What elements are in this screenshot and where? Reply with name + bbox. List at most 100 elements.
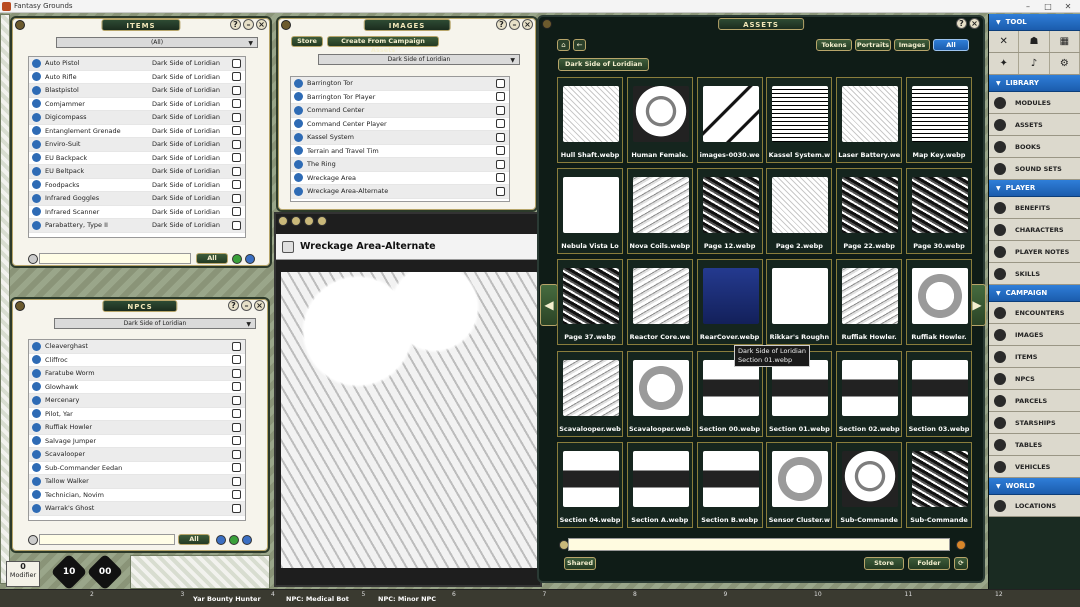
link-icon[interactable] [294,186,303,196]
asset-tile[interactable]: Section 03.webp [906,350,972,437]
close-button[interactable]: × [522,19,533,30]
asset-tile[interactable]: Section 02.webp [836,350,903,437]
link-icon[interactable] [32,395,41,405]
maximize-window-button[interactable]: □ [1038,0,1058,13]
list-item[interactable]: Auto Rifle Dark Side of Loridian [29,71,245,84]
sidebar-item-skills[interactable]: SKILLS [989,263,1080,285]
shared-button[interactable]: Shared [564,557,596,570]
list-item[interactable]: Cleaverghast [29,340,245,354]
asset-tile[interactable]: Ruffiak Howler. [836,259,903,346]
item-checkbox[interactable] [232,85,241,95]
item-checkbox[interactable] [232,180,241,190]
item-checkbox[interactable] [232,112,241,122]
link-icon[interactable] [32,139,41,149]
list-item[interactable]: Tallow Walker [29,475,245,489]
asset-tile[interactable]: Section 04.webp [557,441,623,528]
minimize-button[interactable]: – [509,19,520,30]
link-icon[interactable] [32,58,41,68]
list-item[interactable]: Wreckage Area-Alternate [291,185,509,199]
sidebar-section-tool[interactable]: ▼ TOOL [989,14,1080,31]
list-item[interactable]: Digicompass Dark Side of Loridian [29,111,245,125]
link-icon[interactable] [32,503,41,513]
sidebar-item-modules[interactable]: MODULES [989,92,1080,114]
window-share-icon[interactable] [291,216,301,226]
sidebar-section-player[interactable]: ▼ PLAYER [989,180,1080,197]
hotkey-number[interactable]: 12 [995,591,1003,598]
tab-images[interactable]: Images [894,39,930,51]
back-arrow-icon[interactable]: ← [573,39,586,51]
item-checkbox[interactable] [232,503,241,513]
link-icon[interactable] [32,126,41,136]
help-button[interactable]: ? [956,18,967,29]
all-filter-button[interactable]: All [196,253,228,264]
item-checkbox[interactable] [496,132,505,142]
tool-icon[interactable]: ♪ [1019,53,1050,74]
tool-icon[interactable]: ✕ [989,31,1020,52]
link-icon[interactable] [32,220,41,230]
link-icon[interactable] [294,78,303,88]
link-icon[interactable] [294,92,303,102]
tool-icon[interactable]: ▦ [1050,31,1080,52]
item-checkbox[interactable] [232,193,241,203]
list-item[interactable]: Infrared Scanner Dark Side of Loridian [29,206,245,219]
asset-tile[interactable]: Sub-Commande [836,441,903,528]
minimize-button[interactable]: – [243,19,254,30]
hotkey-number[interactable]: 9 [724,591,728,598]
panel-lock-icon[interactable] [15,301,25,311]
asset-tile[interactable]: Sub-Commande [906,441,972,528]
sidebar-item-tables[interactable]: TABLES [989,434,1080,456]
breadcrumb[interactable]: Dark Side of Loridian [558,58,650,71]
hotkey-number[interactable]: 10 [814,591,822,598]
prev-page-arrow[interactable]: ◀ [540,284,558,326]
assets-search-input[interactable] [568,538,950,551]
asset-tile[interactable]: Sensor Cluster.w [766,441,833,528]
list-item[interactable]: EU Backpack Dark Side of Loridian [29,152,245,165]
share-button[interactable] [216,535,226,545]
token-label[interactable]: NPC: Minor NPC [378,595,436,603]
asset-tile[interactable]: Laser Battery.we [836,77,903,163]
sidebar-item-sound-sets[interactable]: SOUND SETS [989,158,1080,180]
list-item[interactable]: Entanglement Grenade Dark Side of Loridia… [29,125,245,138]
item-checkbox[interactable] [496,186,505,196]
list-item[interactable]: Command Center Player [291,118,509,131]
panel-lock-icon[interactable] [542,19,552,29]
sidebar-item-benefits[interactable]: BENEFITS [989,197,1080,219]
sidebar-item-locations[interactable]: LOCATIONS [989,495,1080,517]
link-icon[interactable] [32,193,41,203]
minimize-button[interactable]: – [241,300,252,311]
item-checkbox[interactable] [496,173,505,183]
asset-tile[interactable]: Page 22.webp [836,168,903,255]
item-checkbox[interactable] [232,395,241,405]
clear-search-button[interactable] [956,540,966,550]
link-icon[interactable] [32,207,41,217]
link-icon[interactable] [32,490,41,500]
link-icon[interactable] [32,153,41,163]
hotkey-number[interactable]: 11 [905,591,913,598]
item-checkbox[interactable] [232,409,241,419]
list-item[interactable]: Salvage Jumper [29,435,245,448]
list-item[interactable]: Sub-Commander Eedan [29,462,245,475]
item-checkbox[interactable] [496,159,505,169]
add-item-button[interactable] [232,254,242,264]
list-item[interactable]: Parabattery, Type II Dark Side of Loridia… [29,219,245,233]
link-icon[interactable] [32,436,41,446]
list-item[interactable]: Blastpistol Dark Side of Loridian [29,84,245,98]
close-button[interactable]: × [969,18,980,29]
item-checkbox[interactable] [496,105,505,115]
list-item[interactable]: Ruffiak Howler [29,421,245,435]
list-item[interactable]: Infrared Goggles Dark Side of Loridian [29,192,245,206]
link-icon[interactable] [32,476,41,486]
item-checkbox[interactable] [496,92,505,102]
item-checkbox[interactable] [232,72,241,82]
item-checkbox[interactable] [232,476,241,486]
asset-tile[interactable]: Section B.webp [696,441,763,528]
list-item[interactable]: Kassel System [291,131,509,145]
sidebar-item-assets[interactable]: ASSETS [989,114,1080,136]
sidebar-item-npcs[interactable]: NPCS [989,368,1080,390]
list-item[interactable]: Pilot, Yar [29,408,245,421]
link-icon[interactable] [32,166,41,176]
link-icon[interactable] [294,173,303,183]
help-button[interactable]: ? [496,19,507,30]
sidebar-item-encounters[interactable]: ENCOUNTERS [989,302,1080,324]
asset-tile[interactable]: Page 12.webp [696,168,763,255]
